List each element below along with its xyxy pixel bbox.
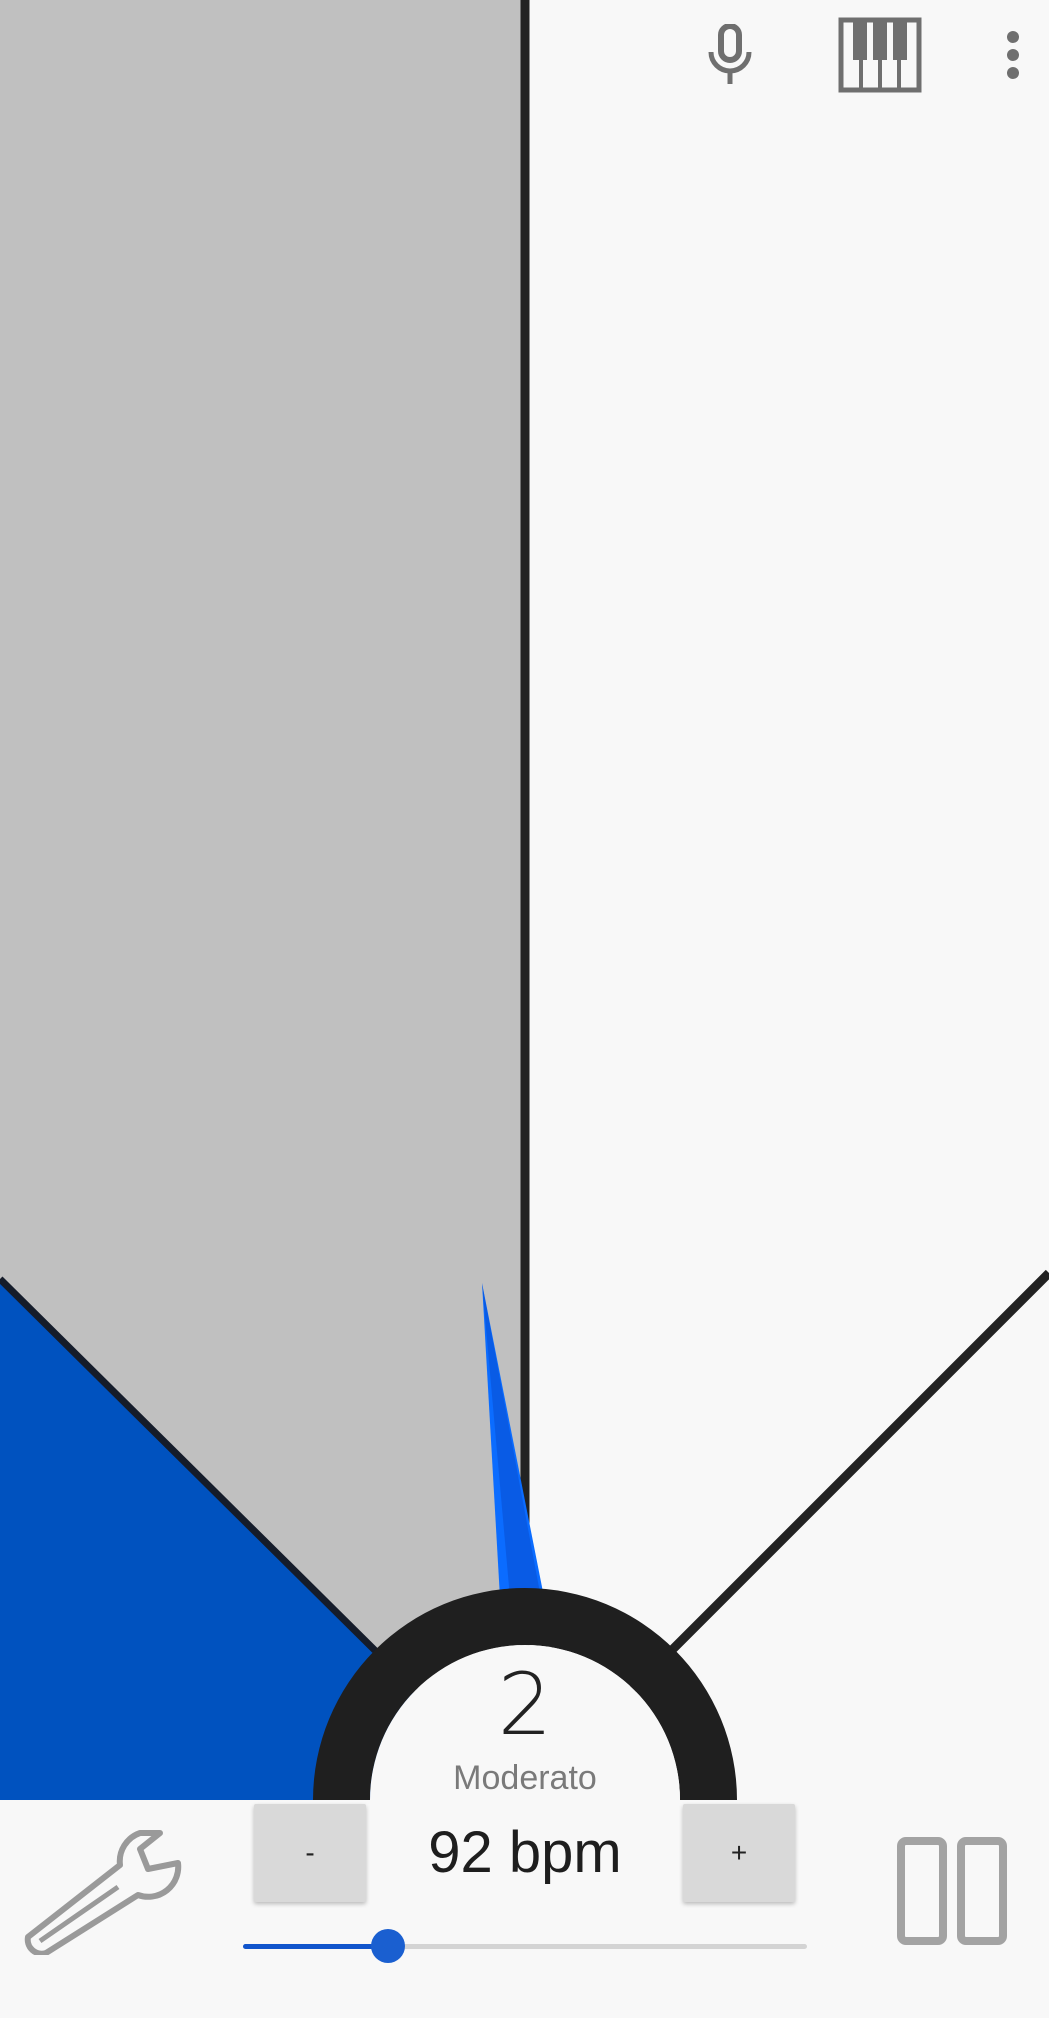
more-vert-icon [1006,31,1019,79]
microphone-icon [708,24,752,84]
microphone-button[interactable] [690,10,770,100]
tempo-slider[interactable] [243,1928,807,1964]
bpm-display: 92 bpm [428,1820,622,1885]
tempo-slider-thumb[interactable] [371,1929,405,1963]
pendulum-svg [0,0,1049,1800]
piano-keyboard-icon [838,17,922,93]
settings-button[interactable] [10,1825,185,1957]
pause-button[interactable] [895,1835,1010,1947]
tempo-slider-fill [243,1944,388,1949]
pendulum-display: 2 Moderato [0,0,1049,1800]
pause-icon [897,1837,1007,1945]
more-options-button[interactable] [990,10,1035,100]
increase-tempo-button[interactable]: + [683,1804,795,1902]
metronome-app: 2 Moderato - 92 bpm + [0,0,1049,2018]
wrench-icon [24,1830,182,1957]
beat-count: 2 [497,1655,553,1755]
piano-keyboard-button[interactable] [830,10,930,100]
tempo-name: Moderato [453,1759,597,1797]
decrease-tempo-button[interactable]: - [254,1804,366,1902]
